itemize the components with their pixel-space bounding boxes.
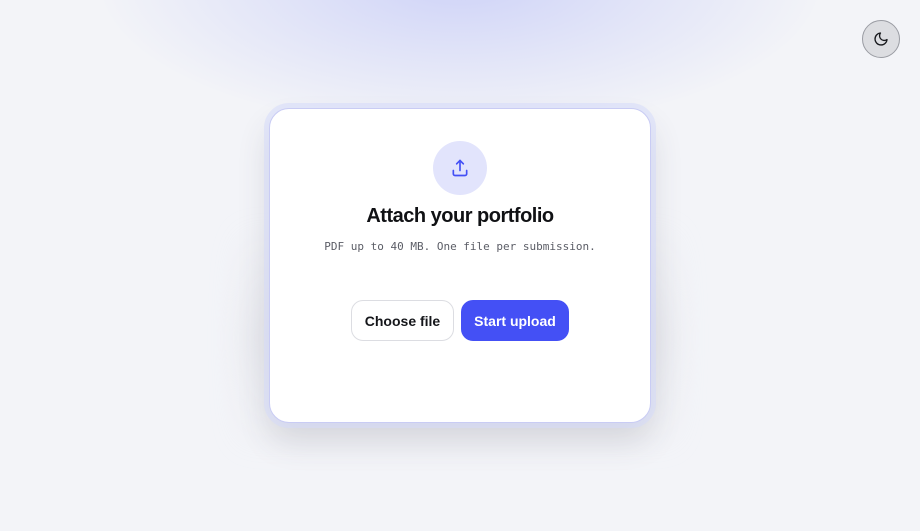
card-actions: Choose file Start upload [270,300,650,341]
start-upload-button[interactable]: Start upload [461,300,569,341]
moon-icon [873,31,889,47]
card-title: Attach your portfolio [366,205,554,227]
upload-icon [450,158,470,178]
card-subtitle: PDF up to 40 MB. One file per submission… [324,240,596,253]
choose-file-button[interactable]: Choose file [351,300,454,341]
upload-card: Attach your portfolio PDF up to 40 MB. O… [269,108,651,423]
upload-icon-badge [433,141,487,195]
theme-toggle-button[interactable] [862,20,900,58]
